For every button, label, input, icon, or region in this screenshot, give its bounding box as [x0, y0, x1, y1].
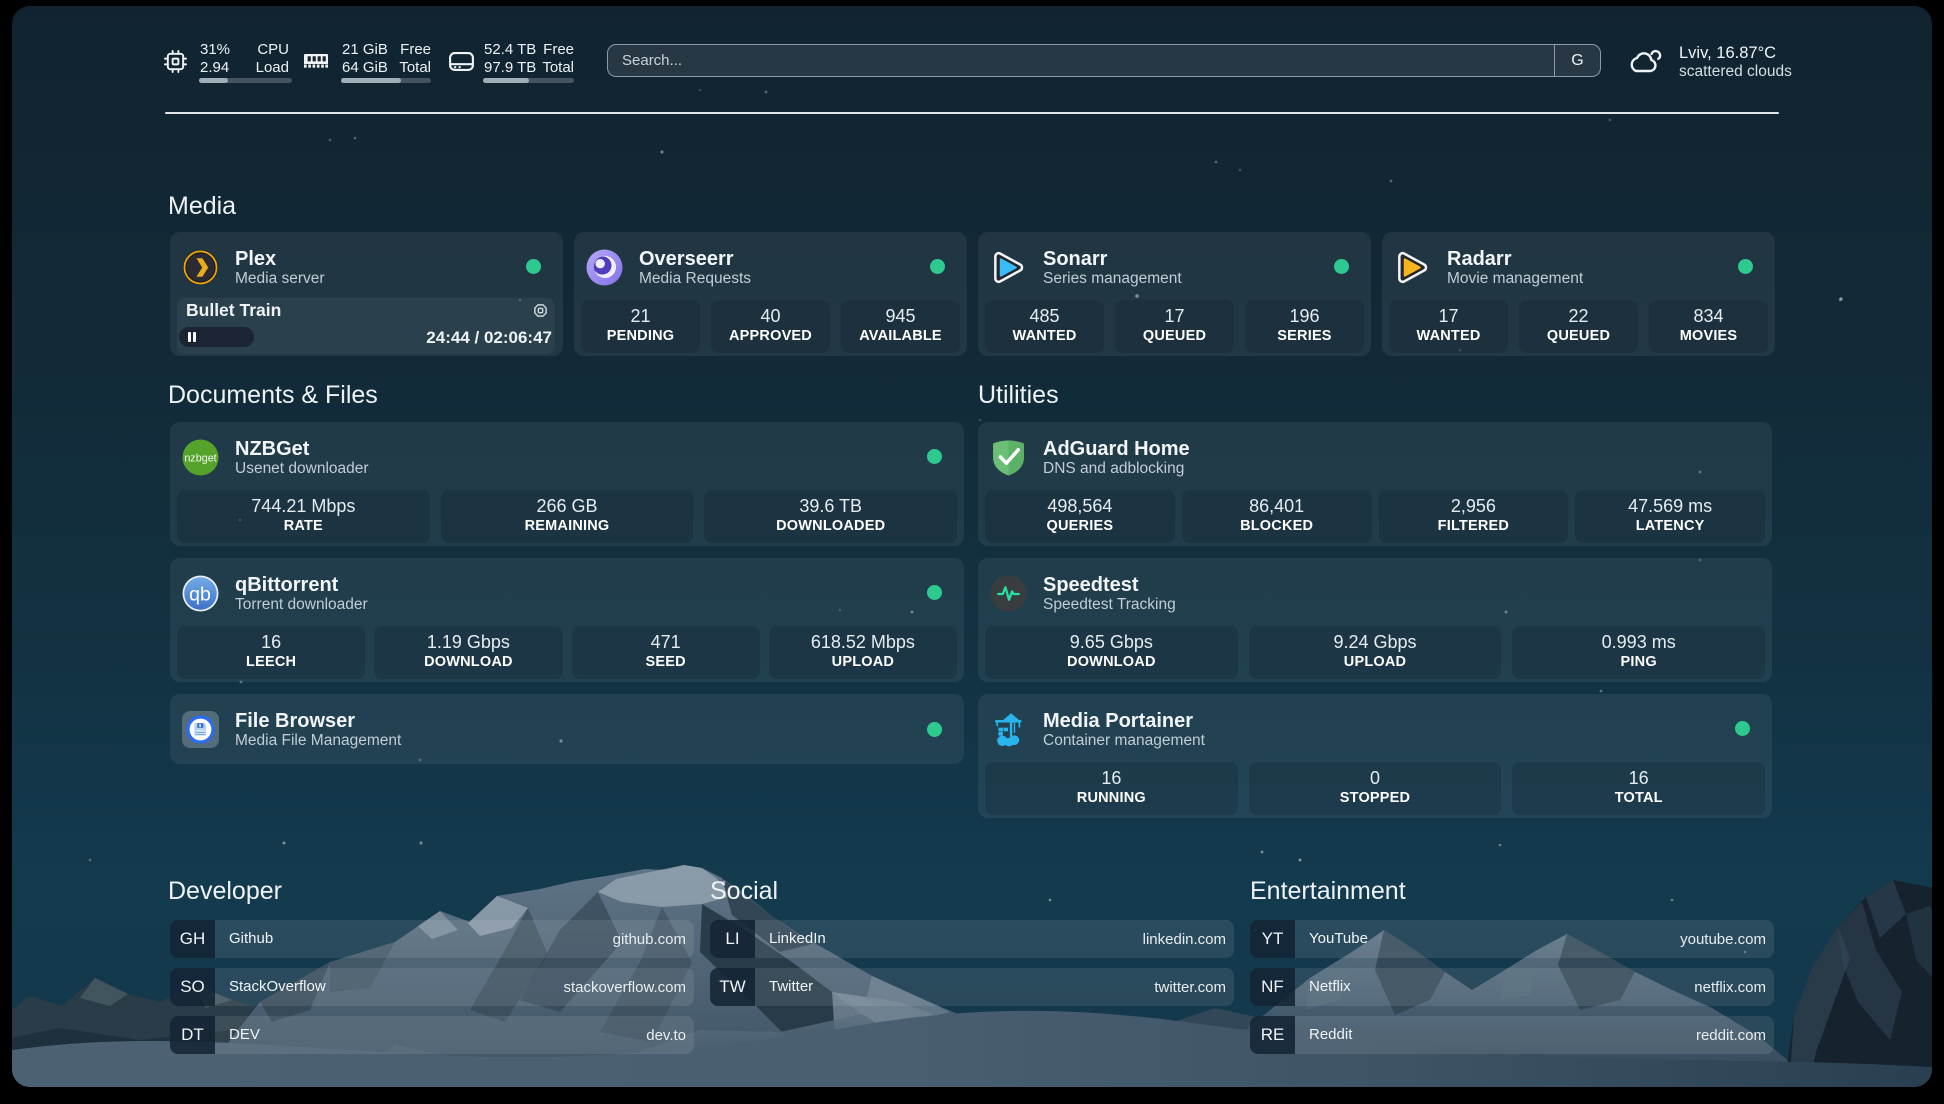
svg-text:qb: qb	[189, 584, 211, 606]
svg-text:nzbget: nzbget	[184, 453, 216, 465]
